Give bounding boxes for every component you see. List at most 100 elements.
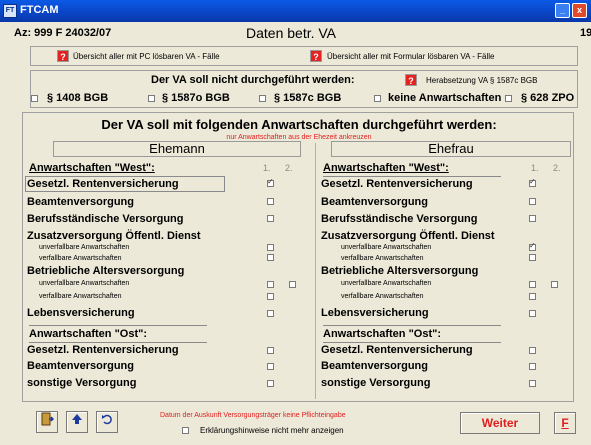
- column-divider: [315, 143, 316, 399]
- divider: [323, 325, 501, 326]
- checkbox-1587o[interactable]: [148, 95, 155, 102]
- help-question-icon[interactable]: ?: [310, 50, 322, 62]
- wife-ost-sonstige: sonstige Versorgung: [321, 377, 431, 389]
- wife-betrieb: Betriebliche Altersversorgung: [321, 265, 479, 277]
- overview-bar: ? Übersicht aller mit PC lösbaren VA - F…: [30, 46, 578, 66]
- husband-leben: Lebensversicherung: [27, 307, 135, 319]
- up-arrow-icon: [72, 414, 82, 424]
- checkbox-husband-zusatz-unverfallbar[interactable]: [267, 244, 274, 251]
- option-1408-label: § 1408 BGB: [47, 92, 109, 104]
- wife-zusatz-verfallbar: verfallbare Anwartschaften: [341, 255, 424, 262]
- minimize-button[interactable]: _: [555, 3, 570, 18]
- header-right-number: 19: [580, 27, 591, 39]
- up-arrow-icon[interactable]: [66, 411, 88, 433]
- header-bar: Az: 999 F 24032/07 Daten betr. VA 19: [0, 22, 591, 44]
- husband-zusatz-unverfallbar: unverfallbare Anwartschaften: [39, 244, 130, 251]
- weiter-button[interactable]: Weiter: [460, 412, 540, 434]
- wife-ost-beamten: Beamtenversorgung: [321, 360, 428, 372]
- f-button[interactable]: F: [554, 412, 576, 434]
- help-question-icon[interactable]: ?: [57, 50, 69, 62]
- checkbox-husband-betrieb-unverfallbar-1[interactable]: [267, 281, 274, 288]
- not-done-section: Der VA soll nicht durchgeführt werden: ?…: [30, 70, 578, 108]
- divider: [29, 325, 207, 326]
- divider: [29, 342, 207, 343]
- checkbox-husband-leben[interactable]: [267, 310, 274, 317]
- checkbox-1408[interactable]: [31, 95, 38, 102]
- checkbox-1587c[interactable]: [259, 95, 266, 102]
- checkbox-wife-gesetzl[interactable]: [529, 177, 536, 187]
- exit-door-icon: [41, 412, 55, 426]
- wife-ost-gesetzl: Gesetzl. Rentenversicherung: [321, 344, 473, 356]
- husband-ost-heading: Anwartschaften "Ost":: [29, 328, 148, 340]
- checkbox-wife-betrieb-unverfallbar-1[interactable]: [529, 281, 536, 288]
- main-heading: Der VA soll mit folgenden Anwartschaften…: [101, 117, 497, 132]
- checkbox-husband-ost-sonstige[interactable]: [267, 380, 274, 387]
- husband-betrieb-unverfallbar: unverfallbare Anwartschaften: [39, 280, 130, 287]
- husband-betrieb-verfallbar: verfallbare Anwartschaften: [39, 293, 122, 300]
- main-subheading: nur Anwartschaften aus der Ehezeit ankre…: [226, 134, 372, 141]
- husband-betrieb: Betriebliche Altersversorgung: [27, 265, 185, 277]
- col-1-header: 1.: [531, 163, 539, 173]
- exit-door-icon[interactable]: [36, 411, 58, 433]
- overview-formular-link[interactable]: Übersicht aller mit Formular lösbaren VA…: [327, 52, 494, 61]
- case-number: Az: 999 F 24032/07: [14, 27, 112, 39]
- option-keine-label: keine Anwartschaften: [388, 92, 502, 104]
- checkbox-husband-zusatz-verfallbar[interactable]: [267, 254, 274, 261]
- husband-zusatz-verfallbar: verfallbare Anwartschaften: [39, 255, 122, 262]
- husband-west-heading: Anwartschaften "West":: [29, 162, 155, 174]
- app-icon: FT: [3, 4, 17, 18]
- wife-zusatz-unverfallbar: unverfallbare Anwartschaften: [341, 244, 432, 251]
- husband-ost-beamten: Beamtenversorgung: [27, 360, 134, 372]
- husband-zusatz: Zusatzversorgung Öffentl. Dienst: [27, 230, 201, 242]
- not-done-heading: Der VA soll nicht durchgeführt werden:: [151, 74, 355, 86]
- wife-gesetzl: Gesetzl. Rentenversicherung: [321, 178, 473, 190]
- overview-pc-link[interactable]: Übersicht aller mit PC lösbaren VA - Fäl…: [73, 52, 220, 61]
- wife-beamten: Beamtenversorgung: [321, 196, 428, 208]
- col-1-header: 1.: [263, 163, 271, 173]
- checkbox-wife-zusatz-verfallbar[interactable]: [529, 254, 536, 261]
- anwartschaften-section: Der VA soll mit folgenden Anwartschaften…: [22, 112, 574, 402]
- checkbox-husband-gesetzl[interactable]: [267, 177, 274, 187]
- col-2-header: 2.: [285, 163, 293, 173]
- checkbox-husband-ost-beamten[interactable]: [267, 363, 274, 370]
- checkbox-hide-hints[interactable]: [182, 427, 189, 434]
- window-titlebar: FT FTCAM _ x: [0, 0, 591, 22]
- wife-zusatz: Zusatzversorgung Öffentl. Dienst: [321, 230, 495, 242]
- checkbox-wife-leben[interactable]: [529, 310, 536, 317]
- husband-beamten: Beamtenversorgung: [27, 196, 134, 208]
- checkbox-husband-ost-gesetzl[interactable]: [267, 347, 274, 354]
- checkbox-wife-ost-beamten[interactable]: [529, 363, 536, 370]
- wife-leben: Lebensversicherung: [321, 307, 429, 319]
- help-question-icon[interactable]: ?: [405, 74, 417, 86]
- col-2-header: 2.: [553, 163, 561, 173]
- checkbox-628[interactable]: [505, 95, 512, 102]
- checkbox-wife-ost-gesetzl[interactable]: [529, 347, 536, 354]
- checkbox-wife-beamten[interactable]: [529, 198, 536, 205]
- checkbox-wife-zusatz-unverfallbar[interactable]: [529, 241, 536, 251]
- checkbox-wife-ost-sonstige[interactable]: [529, 380, 536, 387]
- husband-heading: Ehemann: [53, 141, 301, 157]
- divider: [323, 176, 501, 177]
- checkbox-husband-betrieb-verfallbar[interactable]: [267, 293, 274, 300]
- husband-ost-sonstige: sonstige Versorgung: [27, 377, 137, 389]
- close-button[interactable]: x: [572, 3, 587, 18]
- herabsetzung-label: Herabsetzung VA § 1587c BGB: [426, 76, 538, 85]
- footer-note: Datum der Auskunft Versorgungsträger kei…: [160, 412, 346, 419]
- checkbox-wife-berufs[interactable]: [529, 215, 536, 222]
- wife-heading: Ehefrau: [331, 141, 571, 157]
- wife-ost-heading: Anwartschaften "Ost":: [323, 328, 442, 340]
- checkbox-wife-betrieb-verfallbar[interactable]: [529, 293, 536, 300]
- undo-icon[interactable]: [96, 411, 118, 433]
- checkbox-keine[interactable]: [374, 95, 381, 102]
- hide-hints-label: Erklärungshinweise nicht mehr anzeigen: [200, 426, 344, 435]
- option-628-label: § 628 ZPO: [521, 92, 575, 104]
- wife-betrieb-verfallbar: verfallbare Anwartschaften: [341, 293, 424, 300]
- checkbox-husband-beamten[interactable]: [267, 198, 274, 205]
- page-title: Daten betr. VA: [246, 25, 337, 41]
- wife-berufs: Berufsständische Versorgung: [321, 213, 478, 225]
- checkbox-husband-betrieb-unverfallbar-2[interactable]: [289, 281, 296, 288]
- checkbox-husband-berufs[interactable]: [267, 215, 274, 222]
- divider: [323, 342, 501, 343]
- window-title: FTCAM: [20, 4, 59, 16]
- checkbox-wife-betrieb-unverfallbar-2[interactable]: [551, 281, 558, 288]
